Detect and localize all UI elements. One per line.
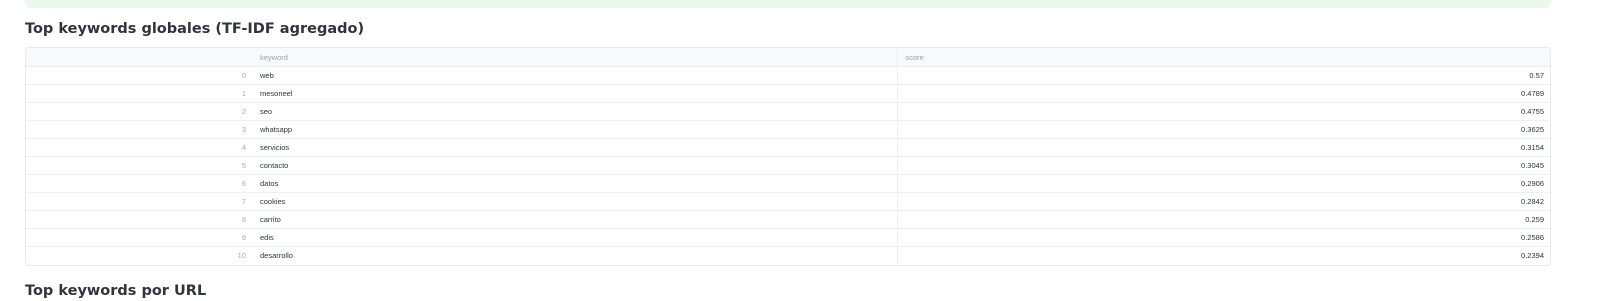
keyword-cell: servicios [252,138,898,157]
keyword-cell: cookies [252,192,898,211]
keyword-cell: whatsapp [252,120,898,139]
row-index: 5 [26,156,252,175]
table-row[interactable]: 6 datos 0.2906 [26,174,1550,193]
column-header-score[interactable]: score [897,48,1550,67]
score-cell: 0.57 [897,66,1550,85]
keyword-cell: web [252,66,898,85]
keyword-cell: contacto [252,156,898,175]
keyword-cell: desarrollo [252,246,898,264]
table-row[interactable]: 7 cookies 0.2842 [26,192,1550,211]
row-index: 2 [26,102,252,121]
score-cell: 0.2906 [897,174,1550,193]
row-index: 1 [26,84,252,103]
score-cell: 0.3154 [897,138,1550,157]
row-index: 3 [26,120,252,139]
row-index: 9 [26,228,252,247]
column-header-keyword[interactable]: keyword [252,48,898,67]
table-row[interactable]: 8 carrito 0.259 [26,210,1550,229]
row-index: 0 [26,66,252,85]
table-header-row: keyword score [26,48,1550,67]
section-title-per-url: Top keywords por URL [25,283,207,299]
score-cell: 0.4755 [897,102,1550,121]
table-row[interactable]: 4 servicios 0.3154 [26,138,1550,157]
score-cell: 0.2842 [897,192,1550,211]
keywords-dataframe[interactable]: keyword score 0 web 0.57 1 mesoneel 0.4789 2 se… [25,47,1551,266]
success-banner [25,0,1551,8]
score-cell: 0.4789 [897,84,1550,103]
table-row[interactable]: 10 desarrollo 0.2394 [26,246,1550,264]
keyword-cell: edis [252,228,898,247]
keyword-cell: carrito [252,210,898,229]
table-row[interactable]: 3 whatsapp 0.3625 [26,120,1550,139]
score-cell: 0.2586 [897,228,1550,247]
score-cell: 0.2394 [1521,251,1544,260]
keyword-cell: seo [252,102,898,121]
table-row[interactable]: 0 web 0.57 [26,66,1550,85]
score-cell: 0.259 [897,210,1550,229]
score-cell: 0.3625 [897,120,1550,139]
row-index: 4 [26,138,252,157]
score-cell: 0.3045 [897,156,1550,175]
row-index: 8 [26,210,252,229]
row-index: 7 [26,192,252,211]
index-header [26,48,252,67]
keywords-table: keyword score 0 web 0.57 1 mesoneel 0.4789 2 se… [26,48,1550,264]
table-row[interactable]: 9 edis 0.2586 [26,228,1550,247]
section-title: Top keywords globales (TF-IDF agregado) [25,21,365,37]
keyword-cell: datos [252,174,898,193]
table-row[interactable]: 2 seo 0.4755 [26,102,1550,121]
row-index: 10 [237,251,246,260]
row-index: 6 [26,174,252,193]
table-row[interactable]: 1 mesoneel 0.4789 [26,84,1550,103]
table-row[interactable]: 5 contacto 0.3045 [26,156,1550,175]
keyword-cell: mesoneel [252,84,898,103]
